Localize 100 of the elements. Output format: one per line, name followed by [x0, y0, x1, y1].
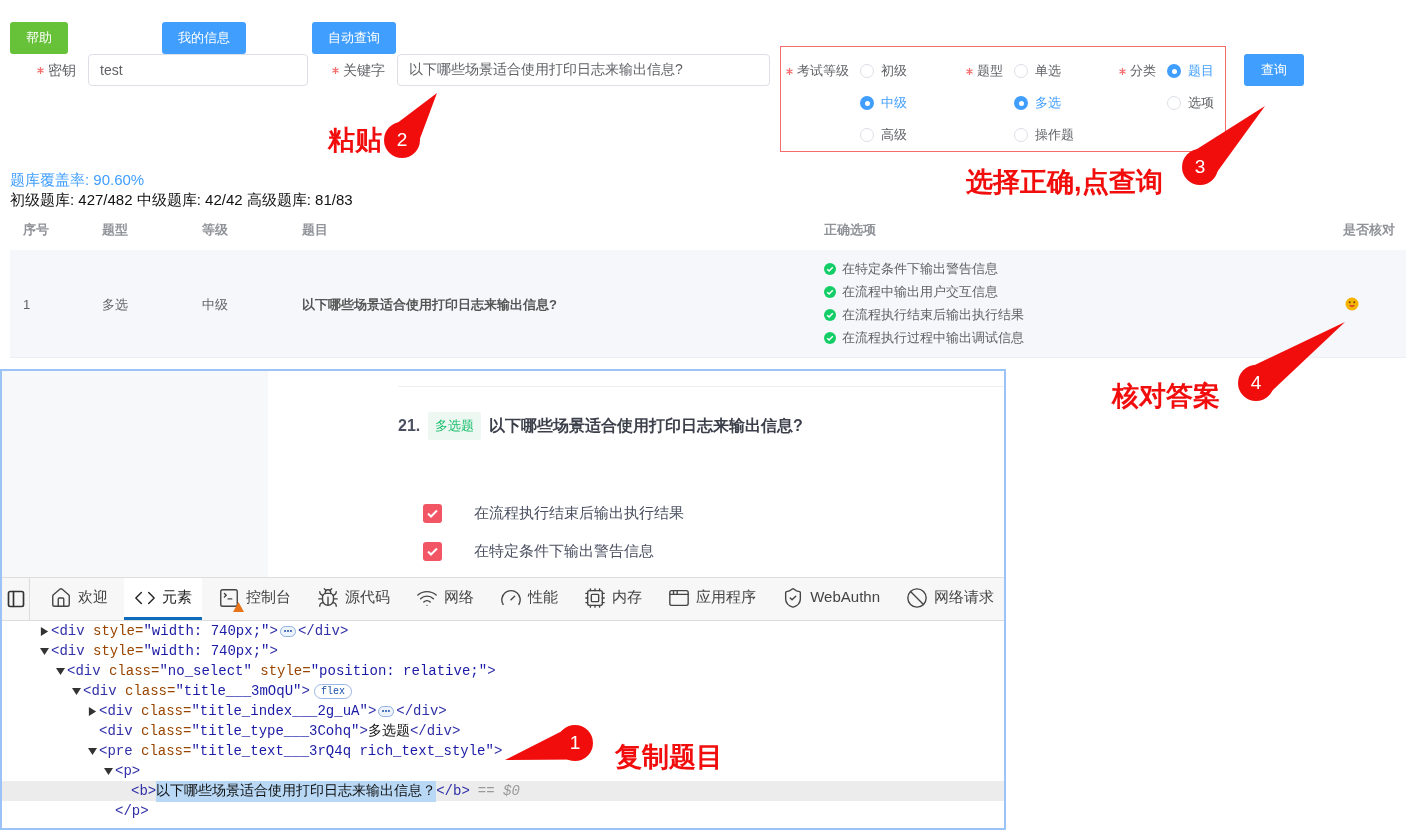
radio-button[interactable] [1014, 96, 1028, 110]
annotation-label: 选择正确,点查询 [966, 166, 1163, 199]
stats-text: 初级题库: 427/482 中级题库: 42/42 高级题库: 81/83 [10, 190, 353, 210]
ellipsis-icon[interactable] [279, 625, 296, 637]
checkbox[interactable] [423, 503, 442, 523]
field-label: 关键字 [343, 61, 385, 80]
blocked-icon [906, 586, 928, 609]
radio-label[interactable]: 选项 [1188, 93, 1214, 113]
radio-label[interactable]: 初级 [881, 61, 907, 81]
radio-button[interactable] [1014, 128, 1028, 142]
dom-node-row[interactable]: <div style="width: 740px;"> </div> [2, 621, 349, 641]
table-cell: 1 [23, 296, 31, 312]
devtools-tab[interactable]: 控制台 [208, 578, 302, 620]
radio-button[interactable] [1167, 64, 1181, 78]
dom-node-row[interactable]: <b>以下哪些场景适合使用打印日志来输出信息？</b> == $0 [2, 781, 1004, 801]
table-cell: 中级 [202, 296, 228, 312]
correct-option-text: 在特定条件下输出警告信息 [842, 260, 998, 279]
radio-label[interactable]: 操作题 [1035, 125, 1074, 145]
html-close-tag: </div> [396, 700, 447, 722]
annotation-label: 核对答案 [1112, 380, 1220, 413]
radio-button[interactable] [1167, 96, 1181, 110]
expanded-arrow-icon[interactable] [40, 646, 49, 656]
chip-icon [584, 586, 607, 609]
question-title: 以下哪些场景适合使用打印日志来输出信息? [489, 416, 803, 436]
html-open-tag: <p> [115, 760, 141, 782]
annotation-label: 粘贴 [328, 124, 382, 157]
devtools-tab[interactable]: 内存 [574, 578, 653, 620]
devtools-tab[interactable]: 网络 [406, 578, 485, 620]
html-close-tag: </div> [409, 720, 461, 742]
radio-button[interactable] [860, 128, 874, 142]
html-open-tag: <b> [131, 780, 157, 802]
check-circle-icon [824, 286, 836, 298]
dom-node-row[interactable]: <pre class="title_text___3rQ4q rich_text_style"> [2, 741, 503, 761]
check-circle-icon [824, 263, 836, 275]
radio-button[interactable] [860, 96, 874, 110]
ellipsis-icon[interactable] [378, 705, 395, 717]
question-number: 21. [398, 416, 422, 436]
check-icon [427, 508, 438, 518]
collapsed-arrow-icon[interactable] [40, 626, 49, 636]
check-circle-icon [824, 309, 836, 321]
field-label: 密钥 [48, 61, 76, 80]
devtools-tab[interactable]: 源代码 [307, 578, 401, 620]
node-text: 以下哪些场景适合使用打印日志来输出信息？ [156, 780, 437, 802]
check-circle-icon [824, 332, 836, 344]
filter-label: 分类 [1130, 62, 1156, 81]
devtools-tab[interactable]: 欢迎 [40, 578, 119, 620]
collapsed-arrow-icon[interactable] [88, 706, 97, 716]
correct-option-text: 在流程执行过程中输出调试信息 [842, 329, 1024, 348]
html-open-tag: <div class="no_select" style="position: relative;"> [67, 660, 496, 682]
filter-label: 考试等级 [797, 62, 849, 81]
checkbox[interactable] [423, 541, 442, 561]
html-open-tag: <div class="title___3mOqU"> [83, 680, 310, 702]
terminal-icon [218, 586, 241, 609]
dom-node-row[interactable]: <div class="title_type___3Cohq">多选题</div> [2, 721, 461, 741]
radio-label[interactable]: 单选 [1035, 61, 1061, 81]
text-field[interactable]: 以下哪些场景适合使用打印日志来输出信息? [397, 54, 770, 86]
dom-node-row[interactable]: <div class="title___3mOqU"> flex [2, 681, 352, 701]
html-open-tag: <div style="width: 740px;"> [51, 640, 278, 662]
radio-label[interactable]: 高级 [881, 125, 907, 145]
correct-option-text: 在流程执行结束后输出执行结果 [842, 306, 1024, 325]
column-header: 序号 [22, 221, 50, 240]
node-text: 多选题 [367, 721, 410, 741]
html-close-tag: </p> [115, 800, 149, 822]
expanded-arrow-icon[interactable] [72, 686, 81, 696]
dom-node-row[interactable]: <div class="no_select" style="position: relative;"> [2, 661, 496, 681]
step-badge: 3 [1182, 149, 1218, 185]
home-icon [50, 586, 73, 609]
dom-node-row[interactable]: <p> [2, 761, 141, 781]
text-field[interactable]: test [88, 54, 308, 86]
radio-button[interactable] [1014, 64, 1028, 78]
devtools-tab[interactable]: WebAuthn [772, 578, 890, 620]
dom-node-row[interactable]: <div style="width: 740px;"> [2, 641, 278, 661]
column-header: 等级 [201, 221, 229, 240]
devtools-tab[interactable]: 应用程序 [658, 578, 767, 620]
smiley-icon [1345, 296, 1359, 311]
expanded-arrow-icon[interactable] [88, 746, 97, 756]
dom-node-row[interactable]: <div class="title_index___2g_uA"> </div> [2, 701, 447, 721]
devtools-tab[interactable]: 网络请求 [896, 578, 1004, 620]
column-header: 题型 [101, 221, 129, 240]
dock-side-icon[interactable] [5, 589, 26, 609]
devtools-tab[interactable]: 元素 [124, 578, 203, 620]
option-text[interactable]: 在特定条件下输出警告信息 [474, 539, 654, 563]
html-close-tag: </b> [436, 780, 470, 802]
expanded-arrow-icon[interactable] [56, 666, 65, 676]
annotation-label: 复制题目 [615, 741, 723, 774]
html-open-tag: <div style="width: 740px;"> [51, 620, 278, 642]
html-close-tag: </div> [297, 620, 349, 642]
expanded-arrow-icon[interactable] [104, 766, 113, 776]
html-open-tag: <pre class="title_text___3rQ4q rich_text_style"> [99, 740, 503, 762]
step-badge: 4 [1238, 365, 1274, 401]
coverage-text: 题库覆盖率: 90.60% [10, 170, 145, 190]
devtools-tab[interactable]: 性能 [490, 578, 569, 620]
option-text[interactable]: 在流程执行结束后输出执行结果 [474, 501, 684, 525]
column-header: 正确选项 [823, 221, 877, 240]
html-open-tag: <div class="title_index___2g_uA"> [99, 700, 377, 722]
step-badge: 2 [384, 122, 420, 158]
bug-icon [317, 586, 340, 609]
column-header: 题目 [301, 221, 329, 240]
radio-button[interactable] [860, 64, 874, 78]
column-header: 是否核对 [1342, 221, 1396, 240]
